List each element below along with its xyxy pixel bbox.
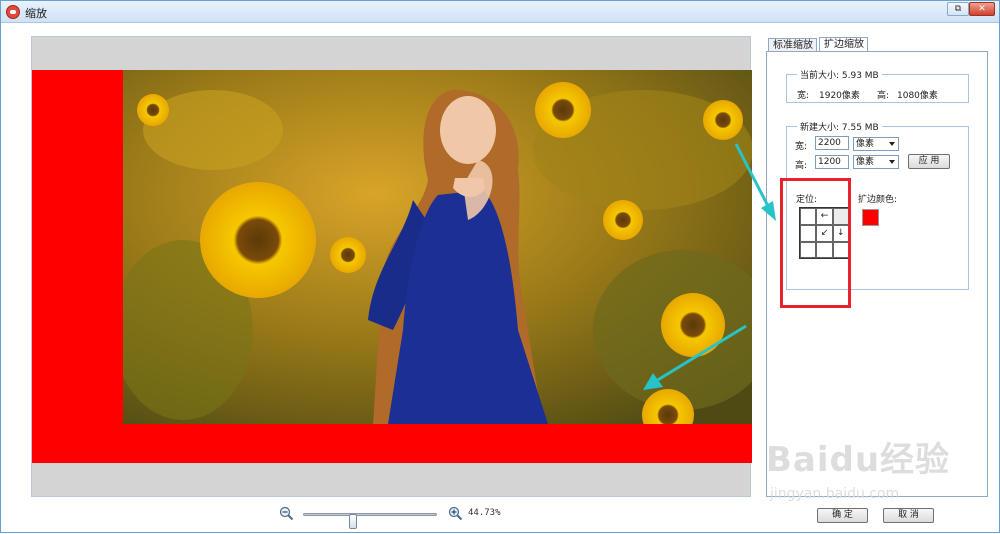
arrow-line (655, 324, 747, 383)
arrow-line (734, 143, 771, 209)
watermark-brand: Baidu经验 (766, 440, 951, 480)
cancel-button[interactable]: 取 消 (883, 508, 934, 523)
watermark-url: jingyan.baidu.com (770, 486, 900, 502)
zoom-dialog: 缩放 ⧉ ✕ 44.73% 标准缩放 扩边缩放 当前大小: 5.93 MB 宽:… (0, 0, 1000, 533)
arrow-head-icon (643, 373, 663, 390)
arrow-head-icon (761, 201, 776, 221)
baidu-watermark: Baidu经验 jingyan.baidu.com (766, 426, 951, 516)
ok-button[interactable]: 确 定 (817, 508, 868, 523)
